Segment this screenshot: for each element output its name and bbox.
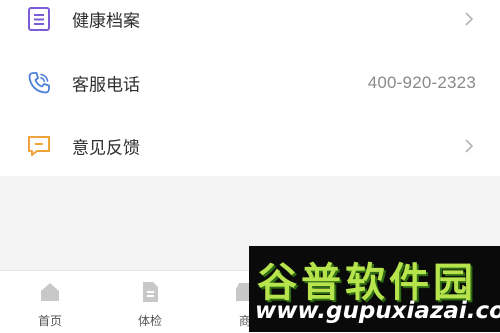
menu-item-service-phone[interactable]: 客服电话 400-920-2323 bbox=[0, 54, 500, 112]
menu-item-health-record[interactable]: 健康档案 bbox=[0, 0, 500, 48]
service-phone-number[interactable]: 400-920-2323 bbox=[368, 73, 476, 93]
feedback-icon bbox=[28, 136, 50, 156]
phone-icon bbox=[28, 72, 50, 94]
health-record-icon bbox=[28, 7, 50, 31]
chevron-right-icon bbox=[465, 139, 474, 153]
menu-item-label: 意见反馈 bbox=[72, 138, 140, 159]
checkup-icon bbox=[143, 282, 158, 302]
watermark-url: www.gupuxiazai.com bbox=[255, 298, 500, 324]
chevron-right-icon bbox=[465, 12, 474, 26]
tab-label: 体检 bbox=[137, 314, 162, 328]
settings-list: 健康档案 客服电话 400-920-2323 意见反馈 bbox=[0, 0, 500, 176]
menu-item-label: 客服电话 bbox=[72, 75, 140, 96]
watermark-logo: 谷普软件园 www.gupuxiazai.com bbox=[249, 246, 500, 332]
home-icon bbox=[41, 283, 59, 301]
tab-label: 首页 bbox=[37, 314, 62, 328]
tab-checkup[interactable]: 体检 bbox=[100, 271, 200, 333]
menu-item-label: 健康档案 bbox=[72, 11, 140, 32]
menu-item-feedback[interactable]: 意见反馈 bbox=[0, 117, 500, 175]
tab-home[interactable]: 首页 bbox=[0, 271, 100, 333]
